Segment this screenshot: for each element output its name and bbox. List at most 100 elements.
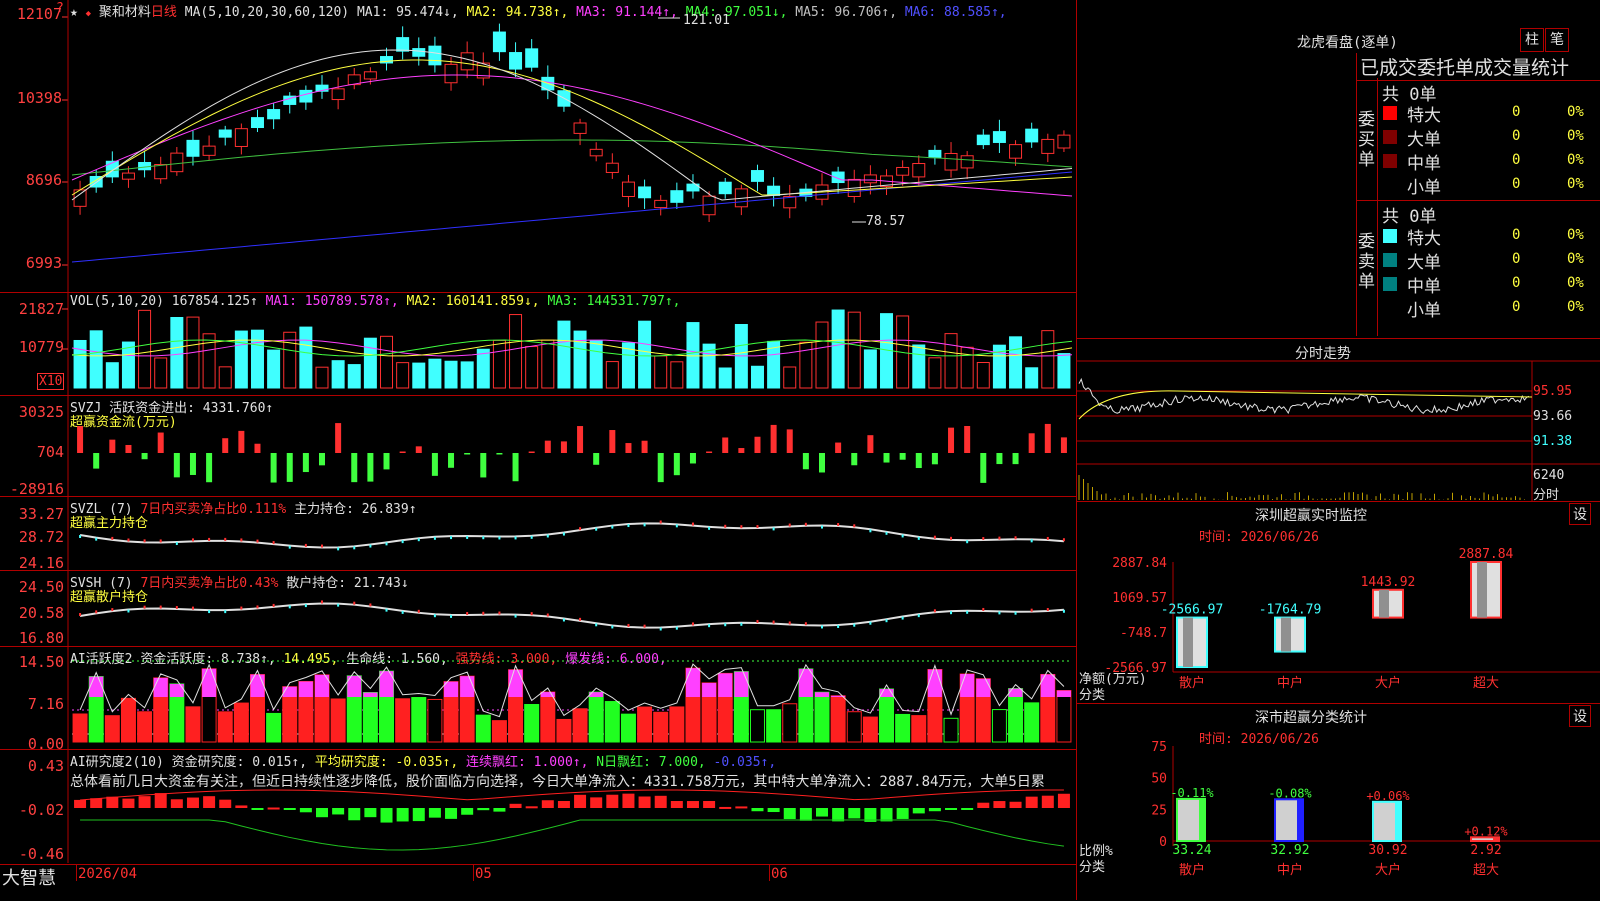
svzl-panel[interactable]: SVZL (7) 7日内买卖净占比0.111% 主力持仓: 26.839↑ 超赢…: [0, 497, 1076, 572]
fund-flow-bar: [835, 442, 842, 453]
order-count: 0: [1512, 299, 1521, 315]
activity-bar: [782, 703, 798, 743]
order-color-swatch: [1383, 277, 1397, 291]
ai-active-panel[interactable]: AI活跃度2 资金活跃度: 8.738↑, 14.495, 生命线: 1.560…: [0, 647, 1076, 753]
svzj-chart[interactable]: [0, 396, 1076, 496]
dragon-tabs[interactable]: 已成交委托单成交量统计: [1356, 53, 1600, 81]
volume-bar: [105, 362, 119, 389]
activity-bar: [604, 701, 620, 743]
candle: [428, 45, 442, 66]
candle: [154, 164, 168, 180]
svsh-panel[interactable]: SVSH (7) 7日内买卖净占比0.43% 散户持仓: 21.743↓ 超赢散…: [0, 571, 1076, 647]
candlestick-panel[interactable]: ? ★ ◆ 聚和材料日线 MA(5,10,20,30,60,120) MA1: …: [0, 0, 1076, 293]
intraday-panel[interactable]: 分时走势 95.95 93.66 91.38 6240 分时: [1077, 338, 1600, 503]
research-bar: [557, 801, 570, 808]
fund-flow-bar: [286, 453, 293, 482]
fund-flow-bar: [609, 430, 616, 453]
date-tick: 06: [771, 866, 788, 882]
fund-flow-bar: [899, 453, 906, 460]
ai-research-panel[interactable]: AI研究度2(10) 资金研究度: 0.015↑, 平均研究度: -0.035↑…: [0, 750, 1076, 863]
activity-bar: [411, 697, 427, 743]
candle: [589, 148, 603, 157]
fund-flow-bar: [819, 453, 825, 473]
fund-flow-bar: [415, 446, 422, 453]
class-category: 超大: [1473, 863, 1499, 878]
dragon-tiger-panel: 龙虎看盘(逐单) 柱 笔 已成交委托单成交量统计 委买单 委卖单 共 0单 共 …: [1077, 0, 1600, 338]
candlestick-chart[interactable]: [0, 0, 1076, 292]
research-bar: [590, 797, 603, 808]
fund-flow-bar: [996, 453, 1003, 465]
research-bar: [477, 808, 490, 811]
class-bar-accent: [1199, 798, 1205, 841]
pen-mode-button[interactable]: 笔: [1545, 28, 1569, 52]
research-bar: [203, 796, 216, 808]
volume-bar: [525, 346, 539, 389]
ai-research-chart[interactable]: [0, 750, 1076, 863]
class-tick: 0: [1159, 835, 1167, 850]
fund-flow-bar: [109, 439, 116, 453]
activity-bar: [749, 709, 765, 743]
research-bar: [912, 808, 925, 814]
intraday-chart[interactable]: [1077, 339, 1600, 502]
research-bar: [525, 806, 538, 809]
order-color-swatch: [1383, 178, 1397, 192]
retail-holding-line: [79, 602, 1065, 629]
intraday-tick: 95.95: [1533, 384, 1573, 399]
activity-bar-top: [718, 673, 733, 697]
fund-flow-bar: [754, 436, 761, 453]
volume-bar: [783, 366, 797, 389]
activity-bar: [330, 698, 346, 743]
volume-bar: [250, 329, 264, 389]
activity-bar-top: [298, 681, 313, 697]
dragon-title: 龙虎看盘(逐单): [1297, 35, 1398, 51]
volume-bar: [670, 361, 684, 389]
fund-flow-bar: [883, 453, 890, 463]
brand-logo: 大智慧: [2, 868, 56, 889]
ai-active-chart[interactable]: [0, 647, 1076, 749]
activity-bar-top: [927, 669, 942, 697]
fund-flow-bar: [189, 453, 196, 475]
volume-bar: [347, 364, 361, 389]
activity-bar: [846, 711, 862, 743]
research-bar: [993, 801, 1006, 808]
monitor-category: 散户: [1179, 675, 1205, 691]
activity-bar: [572, 708, 588, 743]
activity-bar-top: [960, 674, 975, 697]
volume-bar: [1025, 367, 1039, 389]
volume-bar: [557, 320, 571, 389]
volume-chart[interactable]: [0, 293, 1076, 395]
research-bar: [251, 808, 264, 810]
svzj-panel[interactable]: SVZJ 活跃资金进出: 4331.760↑ 超赢资金流(万元) 30325 7…: [0, 396, 1076, 498]
research-bar: [638, 796, 651, 808]
activity-bar-top: [444, 681, 459, 697]
activity-bar-top: [202, 668, 217, 697]
fund-flow-bar: [383, 453, 390, 470]
candle: [460, 52, 474, 71]
monitor-bar-shade: [1281, 617, 1291, 652]
activity-bar-top: [153, 677, 168, 697]
activity-bar: [185, 706, 201, 743]
order-count: 0: [1512, 251, 1521, 267]
fund-flow-bar: [931, 453, 938, 465]
volume-panel[interactable]: VOL(5,10,20) 167854.125↑ MA1: 150789.578…: [0, 293, 1076, 396]
bar-mode-button[interactable]: 柱: [1520, 28, 1544, 52]
activity-bar: [1024, 702, 1040, 743]
svsh-chart[interactable]: [0, 571, 1076, 646]
class-bar-accent: [1395, 801, 1401, 841]
order-size-label: 特大: [1407, 106, 1441, 126]
candle: [863, 174, 877, 184]
volume-bar: [492, 339, 506, 389]
volume-bar: [396, 362, 410, 389]
volume-bar: [444, 360, 458, 389]
candle: [670, 190, 684, 203]
fund-flow-bar: [335, 423, 342, 453]
research-bar: [186, 797, 199, 808]
svzl-chart[interactable]: [0, 497, 1076, 570]
candle: [896, 166, 910, 176]
research-bar: [74, 799, 87, 808]
candle: [509, 52, 523, 70]
activity-bar-top: [460, 676, 475, 697]
research-bar: [703, 800, 716, 808]
volume-bar: [460, 361, 474, 389]
activity-bar: [491, 720, 507, 743]
